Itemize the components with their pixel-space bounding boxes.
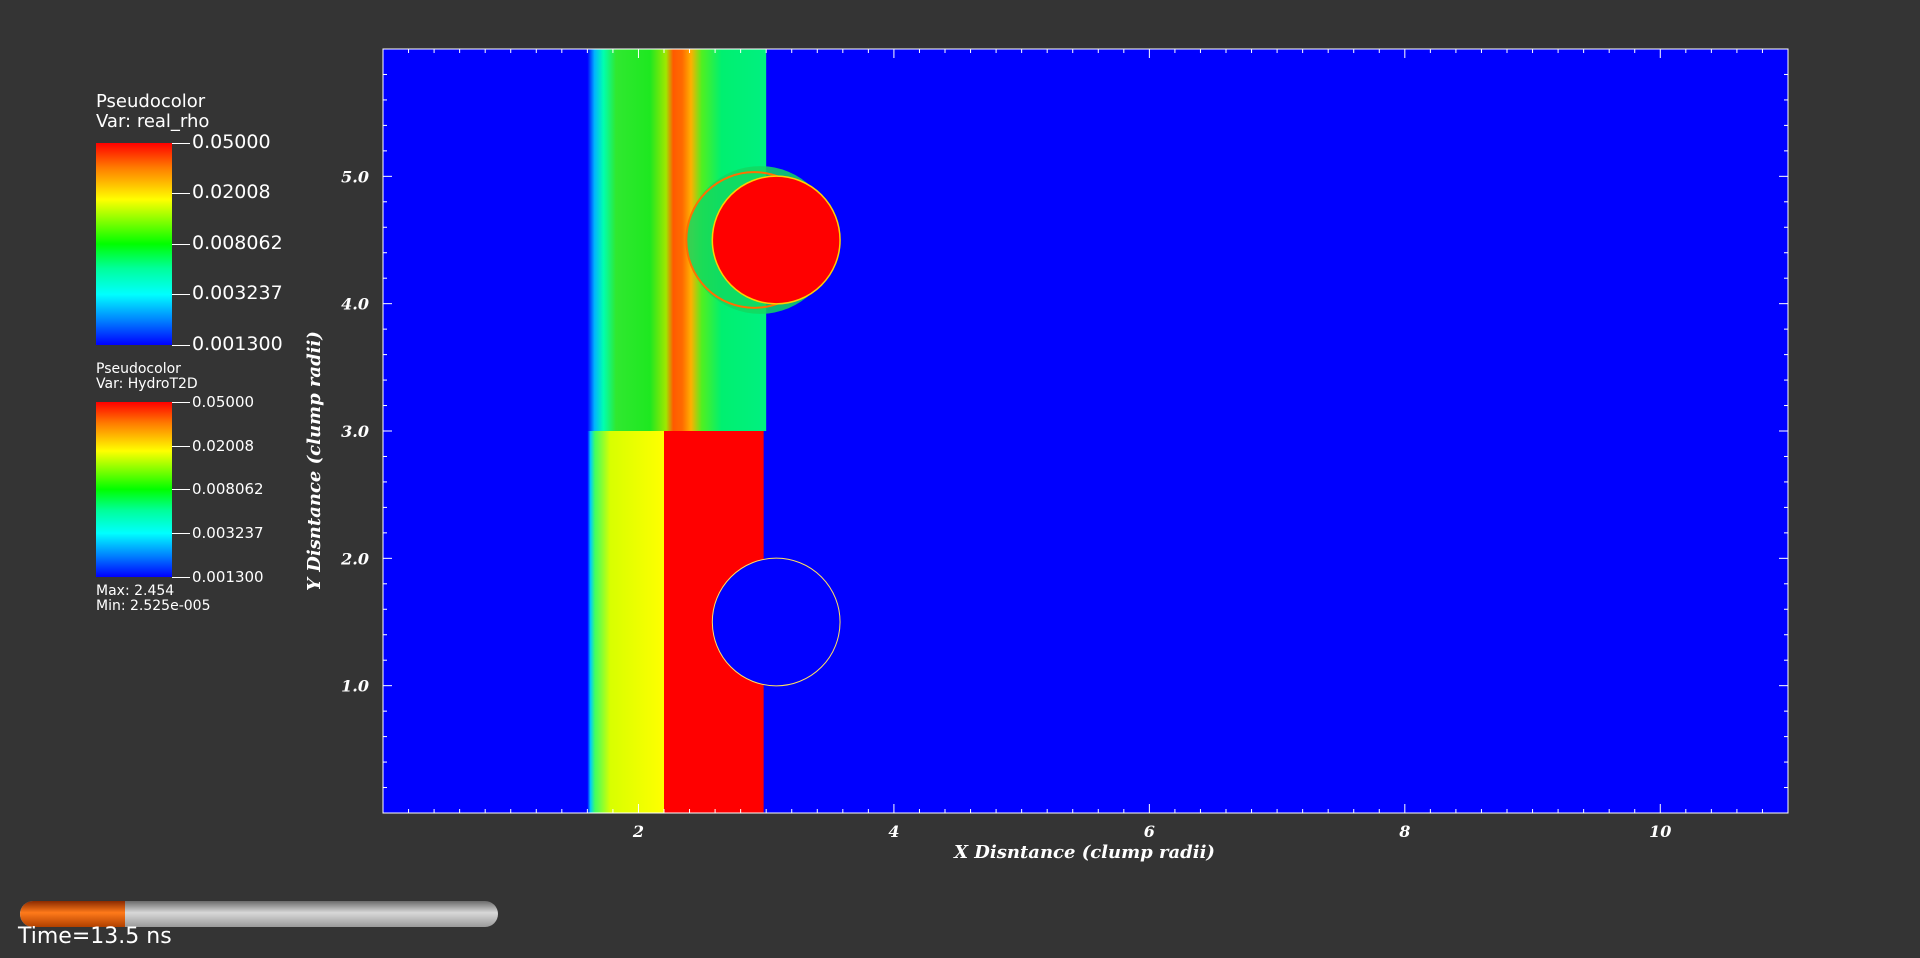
clump-cutout — [711, 557, 841, 687]
y-tick-label: 4.0 — [341, 295, 369, 314]
x-tick-label: 2 — [632, 822, 644, 841]
colorbar — [96, 402, 172, 577]
max-value: Max: 2.454 — [96, 583, 175, 599]
x-tick-label: 10 — [1649, 822, 1671, 841]
legend-variable: Var: HydroT2D — [96, 376, 198, 392]
legend-title: Pseudocolor — [96, 91, 206, 112]
x-tick-label: 4 — [888, 822, 899, 841]
y-tick-label: 2.0 — [340, 549, 369, 568]
y-tick-label: 5.0 — [341, 167, 369, 186]
lower-warm-band — [587, 431, 664, 813]
y-tick-label: 3.0 — [341, 422, 369, 441]
min-value: Min: 2.525e-005 — [96, 598, 211, 614]
legend-hydrot2d: Pseudocolor Var: HydroT2D 0.05000 0.0200… — [96, 361, 264, 614]
x-tick-label: 8 — [1398, 822, 1410, 841]
y-axis-label: Y Disntance (clump radii) — [304, 331, 325, 591]
clump — [711, 175, 841, 305]
x-axis-label: X Disntance (clump radii) — [953, 842, 1215, 863]
legend-real-rho: Pseudocolor Var: real_rho 0.05000 0.0200… — [96, 91, 283, 355]
legend-title: Pseudocolor — [96, 361, 181, 377]
y-tick-label: 1.0 — [341, 677, 369, 696]
time-label: Time=13.5 ns — [18, 924, 172, 949]
plot-area: 2 4 6 8 10 1.0 2.0 3.0 4.0 5.0 — [340, 48, 1789, 841]
legend-variable: Var: real_rho — [96, 111, 210, 132]
plot-canvas: 2 4 6 8 10 1.0 2.0 3.0 4.0 5.0 X Disntance (clump… — [304, 48, 1789, 863]
x-tick-label: 6 — [1144, 822, 1155, 841]
colorbar — [96, 143, 172, 345]
